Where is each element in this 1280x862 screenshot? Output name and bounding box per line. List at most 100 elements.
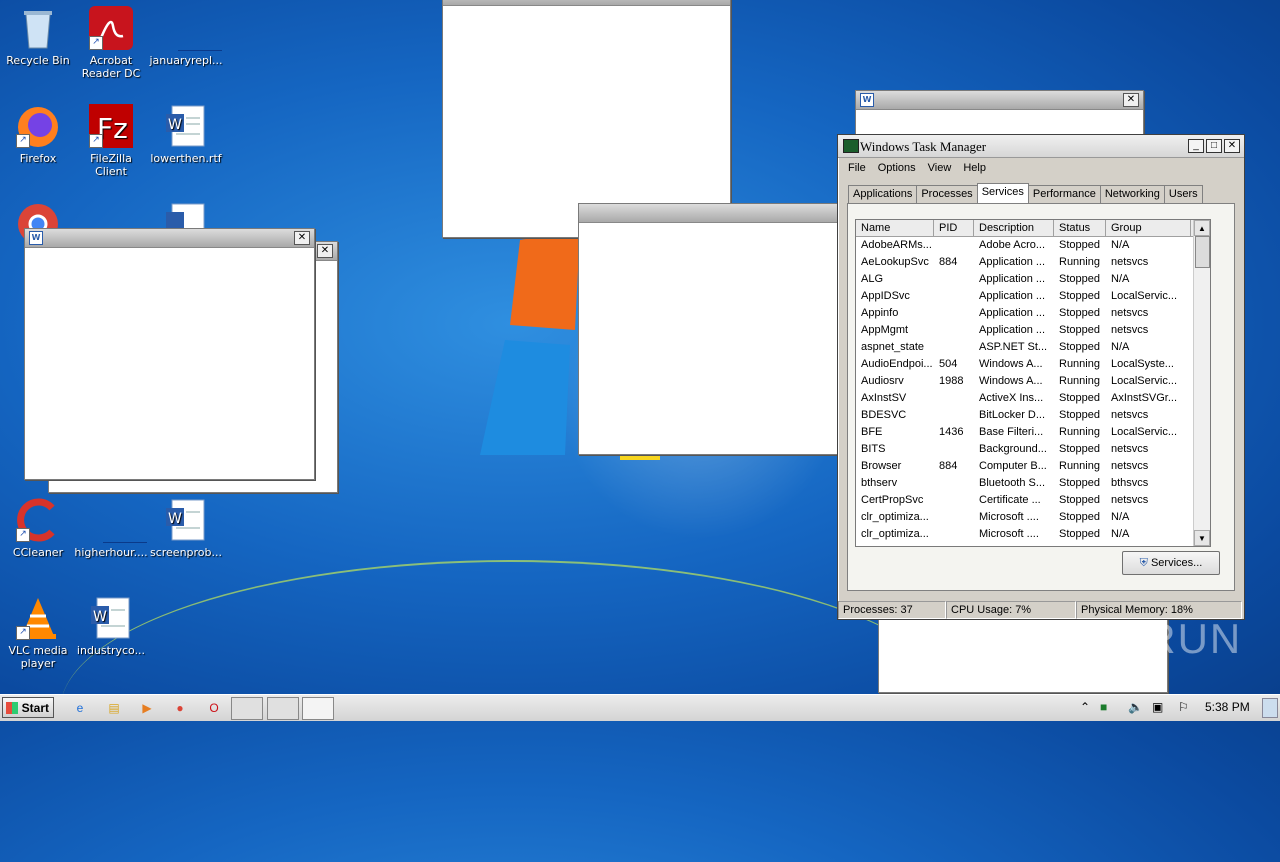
desktop-icon-ccleaner[interactable]: ↗ CCleaner bbox=[0, 498, 76, 559]
desktop-icon-acrobat[interactable]: ↗ Acrobat Reader DC bbox=[73, 6, 149, 80]
cell-pid: 1436 bbox=[939, 426, 964, 438]
minimize-button[interactable]: _ bbox=[1188, 139, 1204, 153]
table-row[interactable]: bthserv Bluetooth S... Stopped bthsvcs bbox=[856, 475, 1210, 492]
column-header-name[interactable]: Name bbox=[856, 220, 934, 236]
close-button[interactable]: ✕ bbox=[1224, 139, 1240, 153]
table-row[interactable]: Appinfo Application ... Stopped netsvcs bbox=[856, 305, 1210, 322]
scroll-thumb[interactable] bbox=[1195, 236, 1210, 268]
cell-pid: 504 bbox=[939, 358, 958, 370]
window-title-bar[interactable] bbox=[579, 204, 841, 223]
vertical-scrollbar[interactable]: ▲ ▼ bbox=[1193, 220, 1210, 546]
window-title-bar[interactable]: W ✕ bbox=[856, 91, 1143, 110]
desktop-icon-januaryrepl[interactable]: januaryrepl... bbox=[148, 6, 224, 67]
menu-options[interactable]: Options bbox=[874, 162, 920, 174]
taskbar-word-button[interactable] bbox=[231, 697, 263, 720]
desktop-icon-filezilla[interactable]: Fz ↗ FileZilla Client bbox=[73, 104, 149, 178]
window-title-bar[interactable]: Windows Task Manager _ □ ✕ bbox=[838, 135, 1244, 158]
opera-icon[interactable]: O bbox=[204, 698, 224, 718]
blank-window-right[interactable]: W ✕ bbox=[855, 90, 1144, 136]
network-icon[interactable]: ▣ bbox=[1152, 700, 1163, 714]
table-row[interactable]: BFE 1436 Base Filteri... Running LocalServic… bbox=[856, 424, 1210, 441]
cell-name: AppIDSvc bbox=[861, 290, 910, 302]
cell-status: Stopped bbox=[1059, 273, 1100, 285]
action-center-flag-icon[interactable]: ⚐ bbox=[1178, 700, 1189, 714]
desktop-icon-industryco[interactable]: W industryco... bbox=[73, 596, 149, 657]
desktop-icon-firefox[interactable]: ↗ Firefox bbox=[0, 104, 76, 165]
table-row[interactable]: BDESVC BitLocker D... Stopped netsvcs bbox=[856, 407, 1210, 424]
table-row[interactable]: AppIDSvc Application ... Stopped LocalServi… bbox=[856, 288, 1210, 305]
start-button[interactable]: Start bbox=[2, 697, 54, 718]
cell-name: CertPropSvc bbox=[861, 494, 924, 506]
desktop-icon-screenprob[interactable]: W screenprob... bbox=[148, 498, 224, 559]
cell-group: N/A bbox=[1111, 511, 1130, 523]
table-row[interactable]: AudioEndpoi... 504 Windows A... Running Loca… bbox=[856, 356, 1210, 373]
taskbar-ccleaner-button[interactable] bbox=[267, 697, 299, 720]
table-row[interactable]: AeLookupSvc 884 Application ... Running nets… bbox=[856, 254, 1210, 271]
table-row[interactable]: BITS Background... Stopped netsvcs bbox=[856, 441, 1210, 458]
cell-name: clr_optimiza... bbox=[861, 528, 929, 540]
cell-group: LocalServic... bbox=[1111, 290, 1178, 302]
task-manager-icon bbox=[843, 139, 859, 153]
tab-processes[interactable]: Processes bbox=[916, 185, 978, 203]
column-header-group[interactable]: Group bbox=[1106, 220, 1191, 236]
close-icon[interactable]: ✕ bbox=[317, 244, 333, 258]
tab-services[interactable]: Services bbox=[976, 183, 1029, 203]
word-document-icon: W bbox=[164, 498, 208, 542]
task-manager-window[interactable]: Windows Task Manager _ □ ✕ File Options … bbox=[837, 134, 1245, 620]
cell-description: Bluetooth S... bbox=[979, 477, 1046, 489]
cell-group: N/A bbox=[1111, 528, 1130, 540]
blank-window-middle[interactable] bbox=[578, 203, 842, 455]
scroll-down-icon[interactable]: ▼ bbox=[1194, 530, 1210, 546]
media-player-icon[interactable]: ▶ bbox=[137, 698, 157, 718]
show-hidden-icons-icon[interactable]: ⌃ bbox=[1080, 700, 1090, 714]
desktop-icon-higherhour[interactable]: higherhour.... bbox=[73, 498, 149, 559]
cell-description: Application ... bbox=[979, 324, 1046, 336]
table-row[interactable]: AppMgmt Application ... Stopped netsvcs bbox=[856, 322, 1210, 339]
table-row[interactable]: AxInstSV ActiveX Ins... Stopped AxInstSVGr.… bbox=[856, 390, 1210, 407]
table-row[interactable]: AdobeARMs... Adobe Acro... Stopped N/A bbox=[856, 237, 1210, 254]
table-row[interactable]: Browser 884 Computer B... Running netsvcs bbox=[856, 458, 1210, 475]
services-button[interactable]: ⛨ Services... bbox=[1122, 551, 1220, 575]
window-title-bar[interactable]: W ✕ bbox=[25, 229, 314, 248]
chrome-icon[interactable]: ● bbox=[170, 698, 190, 718]
volume-icon[interactable]: 🔈 bbox=[1128, 700, 1143, 714]
file-explorer-icon[interactable]: ▤ bbox=[104, 698, 124, 718]
desktop-icon-lowerthen[interactable]: W lowerthen.rtf bbox=[148, 104, 224, 165]
services-list[interactable]: Name PID Description Status Group AdobeA… bbox=[855, 219, 1211, 547]
word-document-icon: W bbox=[89, 596, 133, 640]
tab-applications[interactable]: Applications bbox=[848, 185, 918, 203]
desktop-icon-vlc[interactable]: ↗ VLC media player bbox=[0, 596, 76, 670]
close-icon[interactable]: ✕ bbox=[1123, 93, 1139, 107]
tray-app-icon[interactable]: ■ bbox=[1100, 700, 1107, 714]
internet-explorer-icon[interactable]: e bbox=[70, 698, 90, 718]
cell-name: aspnet_state bbox=[861, 341, 924, 353]
tab-performance[interactable]: Performance bbox=[1027, 185, 1101, 203]
tab-users[interactable]: Users bbox=[1163, 185, 1203, 203]
menu-file[interactable]: File bbox=[844, 162, 870, 174]
table-row[interactable]: CertPropSvc Certificate ... Stopped netsvcs bbox=[856, 492, 1210, 509]
table-row[interactable]: aspnet_state ASP.NET St... Stopped N/A bbox=[856, 339, 1210, 356]
table-row[interactable]: ALG Application ... Stopped N/A bbox=[856, 271, 1210, 288]
table-row[interactable]: clr_optimiza... Microsoft .... Stopped N/A bbox=[856, 509, 1210, 526]
table-row[interactable]: clr_optimiza... Microsoft .... Stopped N/A bbox=[856, 526, 1210, 543]
scroll-up-icon[interactable]: ▲ bbox=[1194, 220, 1210, 236]
cell-description: Windows A... bbox=[979, 358, 1043, 370]
menu-help[interactable]: Help bbox=[959, 162, 990, 174]
desktop-icon-recycle-bin[interactable]: Recycle Bin bbox=[0, 6, 76, 67]
window-title-bar[interactable] bbox=[443, 0, 730, 6]
taskbar-task-manager-button[interactable] bbox=[302, 697, 334, 720]
cell-pid bbox=[934, 407, 974, 424]
column-header-status[interactable]: Status bbox=[1054, 220, 1106, 236]
table-row[interactable]: Audiosrv 1988 Windows A... Running LocalServ… bbox=[856, 373, 1210, 390]
vlc-icon: ↗ bbox=[16, 596, 60, 640]
column-header-description[interactable]: Description bbox=[974, 220, 1054, 236]
blank-window-front[interactable]: W ✕ bbox=[24, 228, 315, 480]
maximize-button[interactable]: □ bbox=[1206, 139, 1222, 153]
menu-view[interactable]: View bbox=[924, 162, 956, 174]
show-desktop-button[interactable] bbox=[1262, 698, 1278, 718]
clock[interactable]: 5:38 PM bbox=[1205, 700, 1250, 714]
tab-networking[interactable]: Networking bbox=[1099, 185, 1165, 203]
close-icon[interactable]: ✕ bbox=[294, 231, 310, 245]
status-processes: Processes: 37 bbox=[838, 601, 946, 619]
column-header-pid[interactable]: PID bbox=[934, 220, 974, 236]
